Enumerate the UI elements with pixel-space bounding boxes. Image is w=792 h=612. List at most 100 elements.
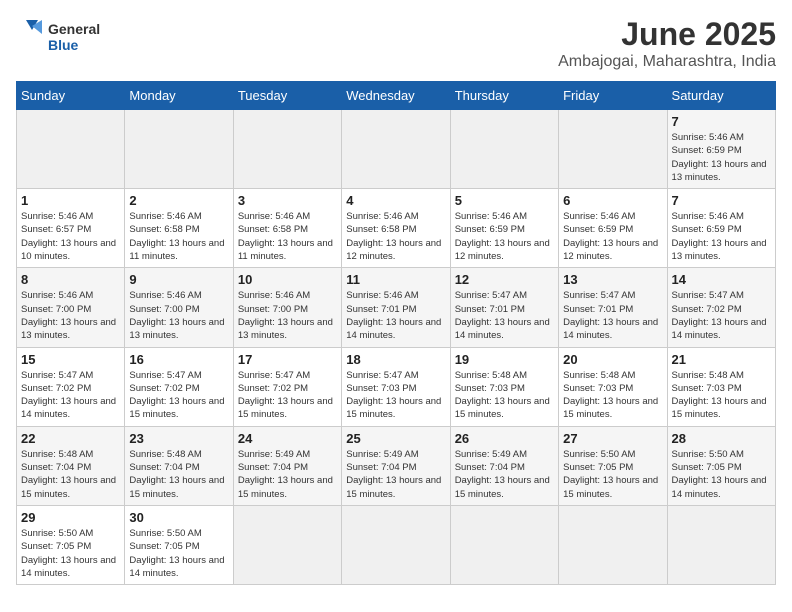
day-info: Sunrise: 5:47 AMSunset: 7:01 PMDaylight:…	[455, 289, 554, 342]
calendar-cell: 22 Sunrise: 5:48 AMSunset: 7:04 PMDayligh…	[17, 426, 125, 505]
calendar-header-row: Sunday Monday Tuesday Wednesday Thursday…	[17, 82, 776, 110]
day-number: 2	[129, 193, 228, 208]
day-number: 20	[563, 352, 662, 367]
calendar-cell	[342, 505, 450, 584]
calendar-cell: 27 Sunrise: 5:50 AMSunset: 7:05 PMDayligh…	[559, 426, 667, 505]
calendar-row-5: 29Sunrise: 5:50 AMSunset: 7:05 PMDayligh…	[17, 505, 776, 584]
day-number: 8	[21, 272, 120, 287]
day-info: Sunrise: 5:49 AMSunset: 7:04 PMDaylight:…	[238, 448, 337, 501]
day-number: 7	[672, 193, 771, 208]
day-info: Sunrise: 5:48 AMSunset: 7:04 PMDaylight:…	[21, 448, 120, 501]
day-info: Sunrise: 5:46 AMSunset: 7:01 PMDaylight:…	[346, 289, 445, 342]
month-title: June 2025	[558, 16, 776, 53]
calendar-cell: 7Sunrise: 5:46 AMSunset: 6:59 PMDaylight…	[667, 110, 775, 189]
day-info: Sunrise: 5:49 AMSunset: 7:04 PMDaylight:…	[346, 448, 445, 501]
calendar-cell: 10 Sunrise: 5:46 AMSunset: 7:00 PMDayligh…	[233, 268, 341, 347]
calendar-cell	[17, 110, 125, 189]
calendar-row-3: 15 Sunrise: 5:47 AMSunset: 7:02 PMDayligh…	[17, 347, 776, 426]
day-number: 29	[21, 510, 120, 525]
calendar-cell: 20 Sunrise: 5:48 AMSunset: 7:03 PMDayligh…	[559, 347, 667, 426]
day-info: Sunrise: 5:50 AMSunset: 7:05 PMDaylight:…	[672, 448, 771, 501]
day-number: 11	[346, 272, 445, 287]
day-info: Sunrise: 5:49 AMSunset: 7:04 PMDaylight:…	[455, 448, 554, 501]
calendar-cell	[125, 110, 233, 189]
calendar-cell	[450, 505, 558, 584]
calendar-cell: 17Sunrise: 5:47 AMSunset: 7:02 PMDayligh…	[233, 347, 341, 426]
day-number: 10	[238, 272, 337, 287]
calendar-cell	[559, 505, 667, 584]
day-number: 23	[129, 431, 228, 446]
header-wednesday: Wednesday	[342, 82, 450, 110]
calendar-row-0: 7Sunrise: 5:46 AMSunset: 6:59 PMDaylight…	[17, 110, 776, 189]
svg-text:General: General	[48, 21, 100, 37]
logo-svg: General Blue	[16, 16, 106, 60]
calendar-cell	[233, 505, 341, 584]
calendar-cell	[342, 110, 450, 189]
calendar-table: Sunday Monday Tuesday Wednesday Thursday…	[16, 81, 776, 585]
page-header: General Blue June 2025 Ambajogai, Mahara…	[16, 16, 776, 71]
day-number: 7	[672, 114, 771, 129]
day-info: Sunrise: 5:47 AMSunset: 7:01 PMDaylight:…	[563, 289, 662, 342]
day-number: 15	[21, 352, 120, 367]
header-saturday: Saturday	[667, 82, 775, 110]
calendar-cell: 12 Sunrise: 5:47 AMSunset: 7:01 PMDayligh…	[450, 268, 558, 347]
svg-text:Blue: Blue	[48, 37, 79, 53]
calendar-cell: 30Sunrise: 5:50 AMSunset: 7:05 PMDayligh…	[125, 505, 233, 584]
day-number: 16	[129, 352, 228, 367]
day-number: 25	[346, 431, 445, 446]
calendar-cell: 2 Sunrise: 5:46 AMSunset: 6:58 PMDaylight…	[125, 189, 233, 268]
calendar-cell: 26Sunrise: 5:49 AMSunset: 7:04 PMDayligh…	[450, 426, 558, 505]
calendar-cell: 19 Sunrise: 5:48 AMSunset: 7:03 PMDayligh…	[450, 347, 558, 426]
day-info: Sunrise: 5:46 AMSunset: 6:57 PMDaylight:…	[21, 210, 120, 263]
day-info: Sunrise: 5:47 AMSunset: 7:02 PMDaylight:…	[21, 369, 120, 422]
header-tuesday: Tuesday	[233, 82, 341, 110]
day-info: Sunrise: 5:48 AMSunset: 7:03 PMDaylight:…	[672, 369, 771, 422]
day-info: Sunrise: 5:46 AMSunset: 6:58 PMDaylight:…	[129, 210, 228, 263]
calendar-cell: 18 Sunrise: 5:47 AMSunset: 7:03 PMDayligh…	[342, 347, 450, 426]
calendar-row-4: 22 Sunrise: 5:48 AMSunset: 7:04 PMDayligh…	[17, 426, 776, 505]
day-number: 13	[563, 272, 662, 287]
header-friday: Friday	[559, 82, 667, 110]
day-info: Sunrise: 5:48 AMSunset: 7:03 PMDaylight:…	[455, 369, 554, 422]
calendar-cell: 14Sunrise: 5:47 AMSunset: 7:02 PMDayligh…	[667, 268, 775, 347]
day-info: Sunrise: 5:50 AMSunset: 7:05 PMDaylight:…	[563, 448, 662, 501]
day-number: 28	[672, 431, 771, 446]
day-number: 19	[455, 352, 554, 367]
calendar-cell: 23Sunrise: 5:48 AMSunset: 7:04 PMDayligh…	[125, 426, 233, 505]
calendar-cell: 15 Sunrise: 5:47 AMSunset: 7:02 PMDayligh…	[17, 347, 125, 426]
header-sunday: Sunday	[17, 82, 125, 110]
calendar-cell	[559, 110, 667, 189]
calendar-row-1: 1 Sunrise: 5:46 AMSunset: 6:57 PMDaylight…	[17, 189, 776, 268]
day-number: 24	[238, 431, 337, 446]
day-number: 30	[129, 510, 228, 525]
day-number: 22	[21, 431, 120, 446]
day-number: 12	[455, 272, 554, 287]
calendar-cell: 21 Sunrise: 5:48 AMSunset: 7:03 PMDayligh…	[667, 347, 775, 426]
day-info: Sunrise: 5:48 AMSunset: 7:03 PMDaylight:…	[563, 369, 662, 422]
day-info: Sunrise: 5:46 AMSunset: 7:00 PMDaylight:…	[238, 289, 337, 342]
day-info: Sunrise: 5:46 AMSunset: 6:59 PMDaylight:…	[563, 210, 662, 263]
day-info: Sunrise: 5:47 AMSunset: 7:03 PMDaylight:…	[346, 369, 445, 422]
calendar-cell	[667, 505, 775, 584]
day-number: 4	[346, 193, 445, 208]
calendar-cell: 13 Sunrise: 5:47 AMSunset: 7:01 PMDayligh…	[559, 268, 667, 347]
day-info: Sunrise: 5:46 AMSunset: 6:59 PMDaylight:…	[455, 210, 554, 263]
day-number: 18	[346, 352, 445, 367]
day-number: 5	[455, 193, 554, 208]
day-info: Sunrise: 5:46 AMSunset: 6:58 PMDaylight:…	[346, 210, 445, 263]
day-number: 21	[672, 352, 771, 367]
day-number: 6	[563, 193, 662, 208]
calendar-cell: 7Sunrise: 5:46 AMSunset: 6:59 PMDaylight…	[667, 189, 775, 268]
calendar-cell: 16Sunrise: 5:47 AMSunset: 7:02 PMDayligh…	[125, 347, 233, 426]
day-number: 14	[672, 272, 771, 287]
calendar-cell: 29Sunrise: 5:50 AMSunset: 7:05 PMDayligh…	[17, 505, 125, 584]
day-number: 27	[563, 431, 662, 446]
calendar-cell: 8Sunrise: 5:46 AMSunset: 7:00 PMDaylight…	[17, 268, 125, 347]
calendar-row-2: 8 Sunrise: 5:46 AMSunset: 7:00 PMDaylight…	[17, 268, 776, 347]
calendar-cell	[233, 110, 341, 189]
location-title: Ambajogai, Maharashtra, India	[558, 53, 776, 71]
header-monday: Monday	[125, 82, 233, 110]
day-number: 1	[21, 193, 120, 208]
calendar-cell: 1 Sunrise: 5:46 AMSunset: 6:57 PMDaylight…	[17, 189, 125, 268]
day-number: 3	[238, 193, 337, 208]
